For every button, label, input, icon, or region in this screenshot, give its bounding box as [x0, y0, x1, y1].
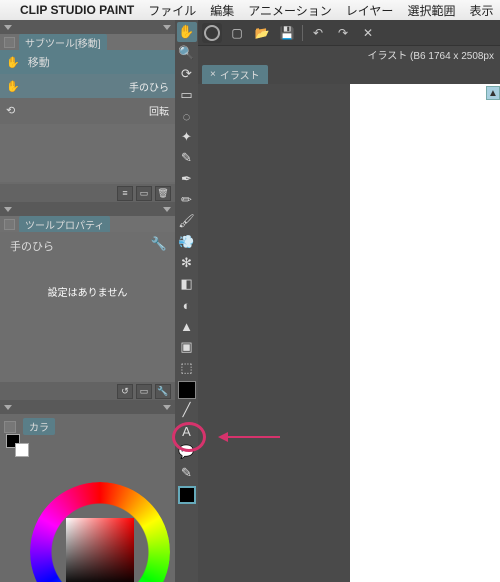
wrench-icon[interactable]: 🔧: [151, 236, 167, 252]
document-tab-label: イラスト: [220, 67, 260, 82]
subtool-row-hand[interactable]: ✋ 手のひら: [0, 74, 175, 98]
property-title: 手のひら: [10, 238, 165, 254]
panel-menu-icon[interactable]: [4, 219, 15, 230]
color-panel-header[interactable]: [0, 400, 175, 414]
pencil-tool[interactable]: ✏: [177, 190, 197, 210]
property-body: 手のひら 🔧 設定はありません: [0, 232, 175, 382]
divider: [302, 25, 303, 41]
menu-animation[interactable]: アニメーション: [248, 2, 332, 19]
panel-menu-icon[interactable]: [4, 37, 15, 48]
menu-selection[interactable]: 選択範囲: [407, 2, 455, 19]
subtool-label: 回転: [149, 103, 169, 118]
subtool-row-move[interactable]: ✋ 移動: [0, 50, 175, 74]
chevron-down-icon: [163, 405, 171, 410]
register-icon[interactable]: ▭: [136, 384, 152, 399]
reset-icon[interactable]: ↺: [117, 384, 133, 399]
property-strip: ツールプロパティ: [0, 216, 175, 232]
app-title[interactable]: CLIP STUDIO PAINT: [20, 3, 134, 17]
gradient-tool[interactable]: ▣: [177, 337, 197, 357]
zoom-tool[interactable]: 🔍: [177, 43, 197, 63]
balloon-tool[interactable]: 💬: [177, 442, 197, 462]
chevron-down-icon: [4, 207, 12, 212]
airbrush-tool[interactable]: 💨: [177, 232, 197, 252]
sv-square[interactable]: [66, 518, 134, 582]
subtool-row-rotate[interactable]: ⟲ 回転: [0, 98, 175, 122]
subtool-panel-header[interactable]: [0, 20, 175, 34]
property-footer: ↺ ▭ 🔧: [0, 382, 175, 400]
canvas-zone: ▢ 📂 💾 ↶ ↷ ✕ イラスト (B6 1764 x 2508px × イラス…: [198, 20, 500, 582]
duplicate-icon[interactable]: ▭: [136, 186, 152, 201]
pen-tool[interactable]: ✒: [177, 169, 197, 189]
wrench-icon[interactable]: 🔧: [155, 384, 171, 399]
open-file-button[interactable]: 📂: [252, 23, 272, 43]
frame-tool[interactable]: [178, 381, 196, 399]
trash-icon[interactable]: 🗑: [155, 186, 171, 201]
color-tab[interactable]: カラ: [23, 418, 55, 435]
menu-file[interactable]: ファイル: [148, 2, 196, 19]
menu-view[interactable]: 表示: [469, 2, 493, 19]
chevron-down-icon: [4, 25, 12, 30]
chevron-down-icon: [163, 207, 171, 212]
eraser-tool[interactable]: ◧: [177, 274, 197, 294]
close-tab-icon[interactable]: ×: [210, 69, 216, 80]
panel-menu-icon[interactable]: [4, 421, 16, 433]
macos-menubar: CLIP STUDIO PAINT ファイル 編集 アニメーション レイヤー 選…: [0, 0, 500, 20]
left-panel-column: サブツール[移動] ✋ 移動 ✋ 手のひら ⟲ 回転 ≡ ▭ 🗑: [0, 20, 175, 582]
subtool-tab[interactable]: サブツール[移動]: [19, 34, 107, 51]
canvas-viewport[interactable]: ▲: [198, 84, 500, 582]
selection-tool[interactable]: ▭: [177, 85, 197, 105]
document-info: イラスト (B6 1764 x 2508px: [198, 46, 500, 64]
document-tab-strip: × イラスト: [198, 64, 500, 84]
shape-tool[interactable]: ⬚: [177, 358, 197, 378]
tool-palette: ✋ 🔍 ⟳ ▭ ◌ ✦ ✎ ✒ ✏ 🖌 💨 ✻ ◧ ◐ ▲ ▣ ⬚ ╱ A 💬 …: [175, 20, 198, 582]
list-icon[interactable]: ≡: [117, 186, 133, 201]
lasso-tool[interactable]: ◌: [177, 106, 197, 126]
color-panel: カラ: [0, 414, 175, 582]
property-tab[interactable]: ツールプロパティ: [19, 216, 110, 233]
subtool-label: 移動: [28, 54, 50, 70]
subtool-strip: サブツール[移動]: [0, 34, 175, 50]
undo-button[interactable]: ↶: [308, 23, 328, 43]
save-file-button[interactable]: 💾: [277, 23, 297, 43]
blend-tool[interactable]: ◐: [177, 295, 197, 315]
menu-layer[interactable]: レイヤー: [346, 2, 394, 19]
document-tab[interactable]: × イラスト: [202, 65, 268, 84]
move-tool[interactable]: ✋: [177, 22, 197, 42]
rotate-tool[interactable]: ⟳: [177, 64, 197, 84]
chevron-down-icon: [163, 25, 171, 30]
hand-icon: ✋: [6, 56, 20, 69]
color-swatch-fg[interactable]: [178, 486, 196, 504]
top-toolbar: ▢ 📂 💾 ↶ ↷ ✕: [198, 20, 500, 46]
property-panel-header[interactable]: [0, 202, 175, 216]
fill-tool[interactable]: ▲: [177, 316, 197, 336]
subtool-footer: ≡ ▭ 🗑: [0, 184, 175, 202]
wand-tool[interactable]: ✦: [177, 127, 197, 147]
color-wheel[interactable]: [30, 482, 170, 582]
new-file-button[interactable]: ▢: [227, 23, 247, 43]
hand-icon: ✋: [6, 80, 20, 93]
menu-edit[interactable]: 編集: [210, 2, 234, 19]
text-tool[interactable]: A: [177, 421, 197, 441]
subtool-empty-area: [0, 124, 175, 182]
eyedropper-tool[interactable]: ✎: [177, 148, 197, 168]
scroll-up-arrow[interactable]: ▲: [486, 86, 500, 100]
canvas-page[interactable]: [350, 84, 500, 582]
chevron-down-icon: [4, 405, 12, 410]
subtool-label: 手のひら: [129, 79, 169, 94]
subtool-panel: ✋ 移動 ✋ 手のひら ⟲ 回転 ≡ ▭ 🗑: [0, 50, 175, 202]
ruler-tool[interactable]: ╱: [177, 400, 197, 420]
decoration-tool[interactable]: ✻: [177, 253, 197, 273]
clear-button[interactable]: ✕: [358, 23, 378, 43]
brush-tool[interactable]: 🖌: [177, 211, 197, 231]
redo-button[interactable]: ↷: [333, 23, 353, 43]
csp-logo-icon[interactable]: [202, 23, 222, 43]
rotate-icon: ⟲: [6, 104, 15, 117]
background-color-swatch[interactable]: [15, 443, 29, 457]
correction-tool[interactable]: ✎: [177, 463, 197, 483]
no-settings-label: 設定はありません: [10, 284, 165, 299]
